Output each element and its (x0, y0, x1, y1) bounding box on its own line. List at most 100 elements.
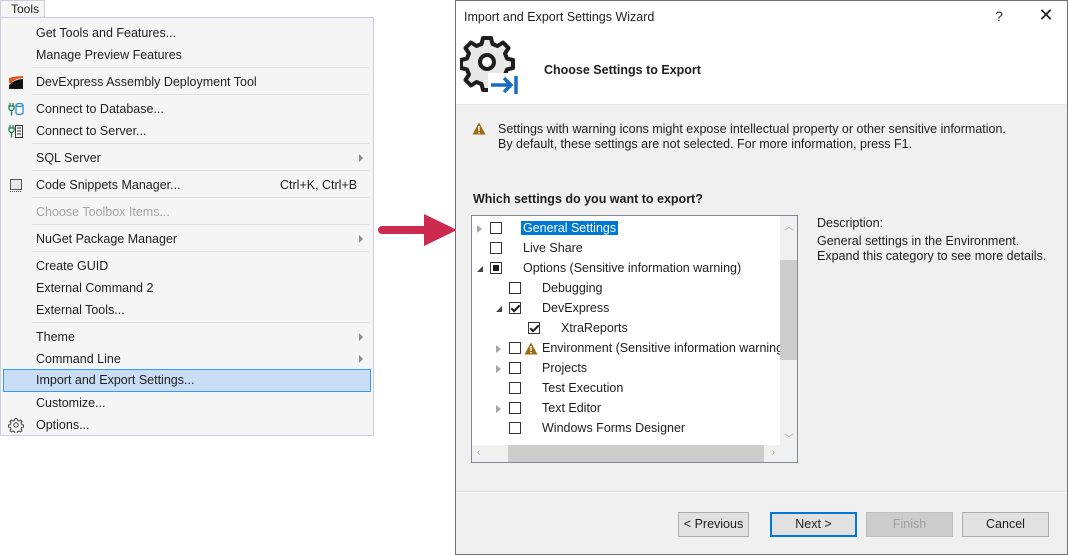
submenu-arrow-icon (359, 333, 363, 341)
tree-item-checkbox[interactable] (490, 242, 502, 254)
tree-item-checkbox[interactable] (509, 342, 521, 354)
menu-item-choose-toolbox-items: Choose Toolbox Items... (3, 201, 371, 223)
menu-item-get-tools[interactable]: Get Tools and Features... (3, 22, 371, 44)
horizontal-scrollbar[interactable]: ‹ › (472, 445, 780, 462)
menu-separator (32, 224, 369, 225)
menu-item-manage-preview[interactable]: Manage Preview Features (3, 44, 371, 66)
collapse-arrow-icon[interactable] (477, 266, 483, 272)
tree-item-checkbox[interactable] (509, 282, 521, 294)
tree-item-label: General Settings (521, 221, 619, 235)
close-button[interactable]: ✕ (1034, 5, 1058, 26)
tree-item-checkbox[interactable] (490, 262, 502, 274)
settings-question-label: Which settings do you want to export? (473, 192, 703, 206)
tree-item-checkbox[interactable] (509, 302, 521, 314)
pointer-arrow-icon (378, 214, 457, 246)
menu-item-external-tools[interactable]: External Tools... (3, 299, 371, 321)
description-text: General settings in the Environment. Exp… (817, 234, 1047, 263)
tree-item-checkbox[interactable] (490, 222, 502, 234)
menu-item-label: Create GUID (36, 259, 109, 273)
dialog-title: Import and Export Settings Wizard (464, 10, 655, 24)
menu-item-label: Get Tools and Features... (36, 26, 177, 40)
footer-divider (456, 491, 1067, 493)
tree-item[interactable]: Windows Forms Designer (472, 419, 782, 439)
previous-button[interactable]: < Previous (678, 512, 749, 537)
menu-item-connect-server[interactable]: Connect to Server... (3, 120, 371, 142)
expand-arrow-icon[interactable] (496, 405, 501, 413)
tree-item[interactable]: Projects (472, 359, 782, 379)
tree-item-label: Text Editor (542, 401, 602, 415)
tree-item-checkbox[interactable] (509, 402, 521, 414)
menu-item-label: Code Snippets Manager... (36, 178, 181, 192)
submenu-arrow-icon (359, 154, 363, 162)
menu-item-label: DevExpress Assembly Deployment Tool (36, 75, 257, 89)
wizard-header: Choose Settings to Export (456, 32, 1067, 105)
tree-item-checkbox[interactable] (509, 422, 521, 434)
menu-item-theme[interactable]: Theme (3, 326, 371, 348)
import-export-wizard-dialog: Import and Export Settings Wizard ? ✕ Ch… (455, 0, 1068, 555)
scroll-down-icon[interactable]: ﹀ (784, 430, 794, 445)
menu-item-command-line[interactable]: Command Line (3, 348, 371, 370)
menu-item-import-export-settings[interactable]: Import and Export Settings... (3, 369, 371, 392)
tree-item-label: DevExpress (542, 301, 610, 315)
description-label: Description: (817, 216, 883, 230)
tree-item[interactable]: DevExpress (472, 299, 782, 319)
tree-item[interactable]: Text Editor (472, 399, 782, 419)
tree-item-checkbox[interactable] (528, 322, 540, 334)
menu-item-create-guid[interactable]: Create GUID (3, 255, 371, 277)
menu-item-nuget[interactable]: NuGet Package Manager (3, 228, 371, 250)
tree-item-label: Windows Forms Designer (542, 421, 686, 435)
menu-item-options[interactable]: Options... (3, 414, 371, 436)
menu-item-label: Customize... (36, 396, 106, 410)
menu-item-code-snippets[interactable]: Code Snippets Manager... Ctrl+K, Ctrl+B (3, 174, 371, 196)
menu-item-shortcut: Ctrl+K, Ctrl+B (280, 178, 358, 192)
menu-item-devexpress-deployment[interactable]: DevExpress Assembly Deployment Tool (3, 71, 371, 93)
menu-separator (32, 94, 369, 95)
tree-item[interactable]: Live Share (472, 239, 782, 259)
tree-item[interactable]: Options (Sensitive information warning) (472, 259, 782, 279)
help-button[interactable]: ? (989, 8, 1009, 24)
next-button[interactable]: Next > (770, 512, 857, 537)
settings-tree[interactable]: General Settings Live Share Options (Sensi… (471, 215, 798, 463)
dialog-titlebar: Import and Export Settings Wizard ? ✕ (456, 1, 1067, 32)
scroll-right-icon[interactable]: › (772, 447, 775, 458)
tree-item-checkbox[interactable] (509, 382, 521, 394)
finish-button: Finish (866, 512, 953, 537)
menu-separator (32, 251, 369, 252)
menu-item-customize[interactable]: Customize... (3, 392, 371, 414)
scroll-left-icon[interactable]: ‹ (477, 447, 480, 458)
horizontal-scroll-thumb[interactable] (508, 445, 764, 462)
tree-item-label: XtraReports (561, 321, 628, 335)
tree-item[interactable]: Test Execution (472, 379, 782, 399)
tree-item-label: Options (Sensitive information warning) (523, 261, 742, 275)
collapse-arrow-icon[interactable] (496, 306, 502, 312)
settings-export-icon (460, 36, 522, 97)
menu-item-sql-server[interactable]: SQL Server (3, 147, 371, 169)
menu-separator (32, 197, 369, 198)
tree-item[interactable]: Environment (Sensitive information warni… (472, 339, 787, 359)
tree-item[interactable]: XtraReports (472, 319, 782, 339)
tree-item-label: Projects (542, 361, 588, 375)
submenu-arrow-icon (359, 235, 363, 243)
vertical-scroll-thumb[interactable] (780, 260, 797, 360)
connect-database-icon (8, 102, 24, 116)
menu-item-label: Choose Toolbox Items... (36, 205, 170, 219)
menu-item-label: Connect to Database... (36, 102, 164, 116)
tree-item-label: Test Execution (542, 381, 624, 395)
expand-arrow-icon[interactable] (496, 345, 501, 353)
cancel-button[interactable]: Cancel (962, 512, 1049, 537)
menu-item-connect-database[interactable]: Connect to Database... (3, 98, 371, 120)
tree-item-checkbox[interactable] (509, 362, 521, 374)
tree-item[interactable]: General Settings (472, 219, 782, 239)
menu-item-label: Options... (36, 418, 90, 432)
scrollbar-corner (780, 445, 797, 462)
vertical-scrollbar[interactable]: ︿ ﹀ (780, 216, 797, 447)
menu-separator (32, 322, 369, 323)
expand-arrow-icon[interactable] (496, 365, 501, 373)
menu-item-external-command-2[interactable]: External Command 2 (3, 277, 371, 299)
tools-menu-tab[interactable]: Tools (0, 0, 45, 17)
tree-item-label: Environment (Sensitive information warni… (542, 341, 788, 355)
tree-item[interactable]: Debugging (472, 279, 782, 299)
scroll-up-icon[interactable]: ︿ (784, 218, 794, 233)
expand-arrow-icon[interactable] (477, 225, 482, 233)
connect-server-icon (8, 125, 23, 138)
